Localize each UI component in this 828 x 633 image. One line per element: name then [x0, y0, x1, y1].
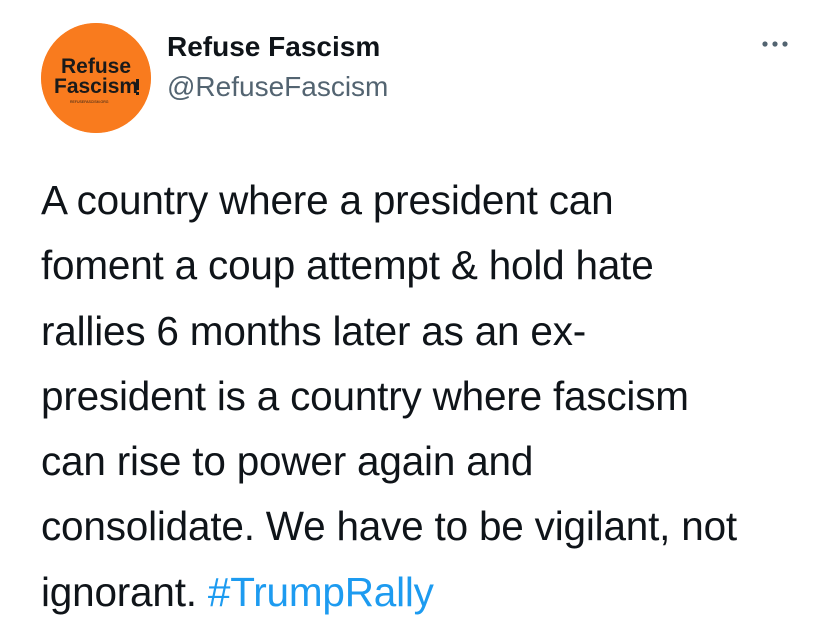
more-horizontal-icon[interactable]: [759, 34, 795, 54]
tweet-text-line: rallies 6 months later as an ex-: [41, 307, 587, 354]
user-handle[interactable]: @RefuseFascism: [167, 71, 388, 103]
tweet-text-line: consolidate. We have to be vigilant, not: [41, 503, 737, 550]
tweet-text: A country where a president can foment a…: [41, 168, 811, 625]
tweet-text-line: foment a coup attempt & hold hate: [41, 242, 654, 289]
refuse-fascism-logo: Refuse Fascism REFUSEFASCISM.ORG: [41, 23, 151, 133]
tweet-text-line: ignorant. #TrumpRally: [41, 560, 811, 625]
svg-text:Fascism: Fascism: [54, 75, 138, 98]
hashtag-link[interactable]: #TrumpRally: [208, 569, 434, 615]
svg-text:REFUSEFASCISM.ORG: REFUSEFASCISM.ORG: [70, 100, 109, 104]
avatar[interactable]: Refuse Fascism REFUSEFASCISM.ORG: [41, 23, 151, 133]
tweet-text-line: president is a country where fascism: [41, 372, 689, 419]
tweet-text-line: A country where a president can: [41, 177, 614, 223]
tweet-text-segment: ignorant.: [41, 568, 197, 615]
tweet-card: Refuse Fascism REFUSEFASCISM.ORG Refuse …: [0, 0, 828, 633]
display-name[interactable]: Refuse Fascism: [167, 31, 380, 63]
tweet-text-line: can rise to power again and: [41, 438, 534, 485]
